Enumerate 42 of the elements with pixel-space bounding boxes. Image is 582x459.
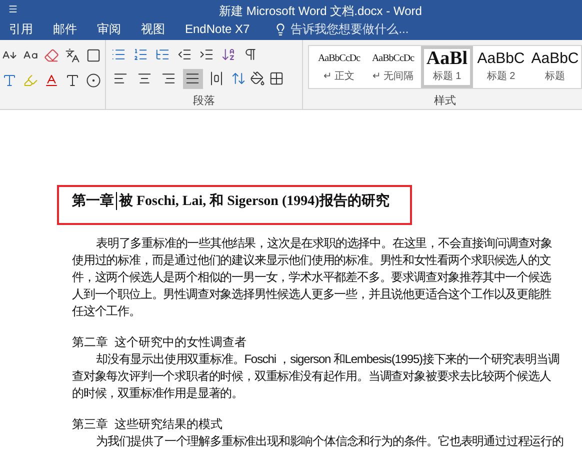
style-item[interactable]: AaBbCcDc ↵ 正文 bbox=[313, 46, 365, 88]
ribbon-tab[interactable]: 邮件 bbox=[53, 20, 77, 38]
style-item[interactable]: AaBbCcDc ↵ 无间隔 bbox=[367, 46, 419, 88]
bullet-list-icon[interactable] bbox=[110, 47, 126, 62]
font-color-icon[interactable] bbox=[44, 72, 59, 88]
body-paragraph: 却没有显示出使用双重标准。Foschi ，sigerson 和Lembesis(1995)接下来的一个研究表明当调查对象每次评判一个求职者的时候，双重标准没有起作用。当调查对象被要求去比较两个候选人的时候，双重标准作用是显著的。 bbox=[72, 351, 560, 402]
sort-icon[interactable] bbox=[220, 47, 236, 62]
text-effects-icon[interactable] bbox=[2, 72, 17, 88]
chapter-heading: 第一章 bbox=[72, 192, 114, 210]
eraser-icon[interactable] bbox=[44, 48, 59, 62]
borders-icon[interactable] bbox=[268, 71, 284, 86]
shading-icon[interactable] bbox=[250, 71, 265, 86]
style-item[interactable]: AaBl 标题 1 bbox=[421, 46, 473, 88]
body-paragraph: 表明了多重标准的一些其他结果，这次是在求职的选择中。在这里，不会直接询问调查对象使用过的标准，而是通过他们的建议来显示他们使用的标准。男性和女性看两个求职候选人的文件，这两个候选人是两个相似的一男一女，学术水平都差不多。要求调查对象推荐其中一个候选人到一个职位上。男性调查对象选择男性候选人更多一些，并且说他更适合这个工作以及更能胜任这个工作。 bbox=[72, 235, 554, 320]
line-spacing-icon[interactable] bbox=[230, 71, 246, 86]
numbered-list-icon[interactable] bbox=[132, 47, 148, 62]
quick-access-menu-icon[interactable] bbox=[8, 4, 18, 14]
ribbon-tab[interactable]: 审阅 bbox=[97, 20, 121, 38]
group-label: 样式 bbox=[434, 94, 456, 108]
align-button[interactable] bbox=[182, 68, 203, 89]
paragraph-mark-icon[interactable] bbox=[242, 47, 258, 62]
text-cursor bbox=[116, 192, 117, 210]
align-icon bbox=[113, 71, 128, 86]
chapter-heading: 被 Foschi, Lai, 和 Sigerson (1994)报告的研究 bbox=[119, 192, 390, 210]
lightbulb-icon bbox=[274, 22, 287, 36]
tell-me-field[interactable]: 告诉我您想要做什么... bbox=[290, 20, 421, 38]
align-icon bbox=[137, 71, 152, 86]
multilevel-list-icon[interactable] bbox=[154, 47, 170, 62]
decrease-indent-icon[interactable] bbox=[176, 47, 192, 62]
section-heading: 第三章 这些研究结果的模式 bbox=[72, 416, 224, 433]
align-icon bbox=[161, 71, 176, 86]
ribbon-tab[interactable]: 引用 bbox=[9, 20, 33, 38]
ribbon-tab[interactable]: EndNote X7 bbox=[185, 20, 250, 38]
ribbon-tab[interactable]: 视图 bbox=[141, 20, 165, 38]
window-title: 新建 Microsoft Word 文档.docx - Word bbox=[219, 3, 422, 20]
style-item[interactable]: AaBbC 标题 bbox=[529, 46, 581, 88]
style-item[interactable]: AaBbC 标题 2 bbox=[475, 46, 527, 88]
align-icon bbox=[209, 71, 224, 86]
group-label: 段落 bbox=[192, 94, 215, 108]
section-heading: 第二章 这个研究中的女性调查者 bbox=[72, 334, 248, 351]
increase-indent-icon[interactable] bbox=[198, 47, 214, 62]
align-icon bbox=[185, 71, 200, 86]
